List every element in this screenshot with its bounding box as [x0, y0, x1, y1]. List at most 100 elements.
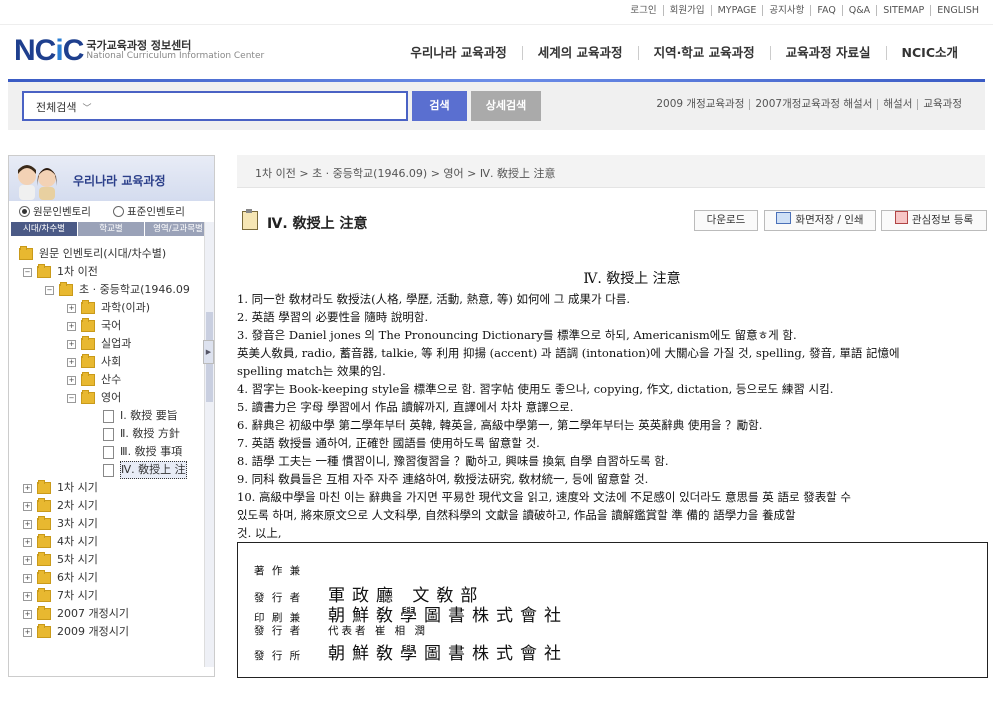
sidebar-tabs: 시대/차수별 학교별 영역/교과목별 [11, 222, 212, 236]
tab-by-subject[interactable]: 영역/교과목별 [145, 222, 211, 236]
document-heading: Ⅳ. 敎授上 注意 [583, 271, 681, 287]
tree-item-label: 1차 이전 [57, 265, 98, 278]
gnb-resources[interactable]: 교육과정 자료실 [769, 46, 886, 60]
util-mypage-link[interactable]: MYPAGE [710, 5, 763, 16]
search-button[interactable]: 검색 [412, 91, 467, 121]
tree-folder-item[interactable]: − 1차 이전 [23, 264, 98, 280]
quicklink-guide[interactable]: 해설서 [877, 99, 917, 110]
tree-document-item[interactable]: Ⅳ. 敎授上 注 [89, 461, 187, 479]
tree-folder-item[interactable]: +5차 시기 [23, 552, 98, 568]
tree-folder-item[interactable]: + 실업과 [67, 336, 131, 352]
tree-folder-item[interactable]: + 국어 [67, 318, 121, 334]
tree-folder-item[interactable]: +2007 개정시기 [23, 606, 129, 622]
tree-folder-item[interactable]: +6차 시기 [23, 570, 98, 586]
collapse-icon[interactable]: − [67, 393, 76, 403]
tree-item-label: 영어 [101, 391, 122, 404]
expand-icon[interactable]: + [67, 339, 76, 349]
tree-folder-item[interactable]: + 과학(이과) [67, 300, 150, 316]
tree-folder-item[interactable]: +3차 시기 [23, 516, 98, 532]
document-icon [103, 463, 114, 477]
print-button[interactable]: 화면저장 / 인쇄 [764, 210, 876, 231]
document-icon [103, 409, 114, 423]
util-login-link[interactable]: 로그인 [624, 5, 662, 16]
util-signup-link[interactable]: 회원가입 [662, 5, 711, 16]
tree-item-label: 2차 시기 [57, 499, 98, 512]
quicklink-2009[interactable]: 2009 개정교육과정 [651, 99, 749, 110]
breadcrumb-path: 1차 이전 > 초 · 중등학교(1946.09) > 영어 > Ⅳ. 敎授上 … [255, 167, 556, 180]
quicklink-2007-guide[interactable]: 2007개정교육과정 해설서 [749, 99, 877, 110]
sidebar-scrollbar[interactable] [204, 222, 214, 667]
expand-icon[interactable]: + [23, 483, 32, 493]
util-qna-link[interactable]: Q&A [841, 5, 876, 16]
expand-icon[interactable]: + [67, 321, 76, 331]
tree-folder-item[interactable]: +1차 시기 [23, 480, 98, 496]
util-english-link[interactable]: ENGLISH [930, 5, 985, 16]
util-sitemap-link[interactable]: SITEMAP [876, 5, 930, 16]
search-input[interactable]: 전체검색 ﹀ [22, 91, 408, 121]
radio-original-inventory[interactable]: 원문인벤토리 [19, 204, 91, 219]
colophon-row: 發 行 者 代表者 崔 相 潤 [254, 623, 428, 638]
document-line: 있도록 하며, 將來原文으로 人文科學, 自然科學의 文獻을 讀破하고, 作品을… [237, 508, 796, 522]
logo-mark: NCiC [14, 34, 84, 67]
tree-folder-item[interactable]: +7차 시기 [23, 588, 98, 604]
document-line: 9. 同科 敎員들은 互相 자주 자주 連絡하여, 敎授法硏究, 敎材統一, 등… [237, 472, 649, 486]
tree-folder-item[interactable]: +2차 시기 [23, 498, 98, 514]
tree-folder-item[interactable]: 원문 인벤토리(시대/차수별) [19, 246, 166, 262]
expand-icon[interactable]: + [23, 519, 32, 529]
tree-folder-item[interactable]: − 영어 [67, 390, 121, 406]
sidebar-collapse-toggle[interactable]: ▶ [203, 340, 214, 364]
monitor-icon [776, 212, 792, 224]
util-notice-link[interactable]: 공지사항 [762, 5, 810, 16]
chevron-down-icon: ﹀ [82, 104, 92, 114]
expand-icon[interactable]: + [67, 357, 76, 367]
util-faq-link[interactable]: FAQ [810, 5, 841, 16]
tree-folder-item[interactable]: +4차 시기 [23, 534, 98, 550]
document-line: 3. 發音은 Daniel jones 의 The Pronouncing Di… [237, 328, 797, 342]
collapse-icon[interactable]: − [45, 285, 54, 295]
tree-document-item[interactable]: Ⅱ. 敎授 方針 [89, 426, 180, 442]
radio-standard-inventory[interactable]: 표준인벤토리 [113, 204, 185, 219]
download-button[interactable]: 다운로드 [694, 210, 758, 231]
tree-document-item[interactable]: Ⅲ. 敎授 事項 [89, 444, 182, 460]
tree-folder-item[interactable]: + 산수 [67, 372, 121, 388]
gnb-about[interactable]: NCIC소개 [885, 46, 973, 60]
utility-bar: 로그인 회원가입 MYPAGE 공지사항 FAQ Q&A SITEMAP ENG… [0, 0, 993, 25]
expand-icon[interactable]: + [67, 375, 76, 385]
collapse-icon[interactable]: − [23, 267, 32, 277]
expand-icon[interactable]: + [23, 591, 32, 601]
search-category-select[interactable]: 전체검색 ﹀ [36, 99, 92, 115]
expand-icon[interactable]: + [23, 501, 32, 511]
sidebar-title: 우리나라 교육과정 [73, 174, 166, 188]
expand-icon[interactable]: + [23, 627, 32, 637]
folder-icon [37, 498, 51, 512]
folder-icon [81, 318, 95, 332]
gnb-korea-curriculum[interactable]: 우리나라 교육과정 [395, 46, 521, 60]
tree-folder-item[interactable]: +2009 개정시기 [23, 624, 129, 640]
tab-by-school[interactable]: 학교별 [78, 222, 144, 236]
folder-icon [81, 336, 95, 350]
gnb-world-curriculum[interactable]: 세계의 교육과정 [521, 46, 638, 60]
logo-text: 국가교육과정 정보센터 National Curriculum Informat… [86, 40, 264, 62]
tree-item-label: Ⅲ. 敎授 事項 [120, 445, 183, 458]
tree-document-item[interactable]: Ⅰ. 敎授 要旨 [89, 408, 178, 424]
gnb-local-curriculum[interactable]: 지역·학교 교육과정 [637, 46, 770, 60]
document-line: 10. 高級中學을 마친 이는 辭典을 가지면 平易한 現代文을 읽고, 速度와… [237, 490, 852, 504]
advanced-search-button[interactable]: 상세검색 [471, 91, 541, 121]
site-logo[interactable]: NCiC 국가교육과정 정보센터 National Curriculum Inf… [14, 36, 264, 66]
sidebar-header: 우리나라 교육과정 [9, 156, 214, 201]
colophon-box: 著 作 兼發 行 者軍政廳 文敎部印 刷 兼朝鮮敎學圖書株式會社發 行 者代表者… [237, 542, 988, 678]
tree-item-label: 과학(이과) [101, 301, 151, 314]
expand-icon[interactable]: + [23, 537, 32, 547]
favorite-button[interactable]: 관심정보 등록 [881, 210, 987, 231]
tree-item-label: Ⅰ. 敎授 要旨 [120, 409, 178, 422]
expand-icon[interactable]: + [67, 303, 76, 313]
expand-icon[interactable]: + [23, 555, 32, 565]
title-row: Ⅳ. 敎授上 注意 다운로드 화면저장 / 인쇄 관심정보 등록 [240, 207, 987, 237]
expand-icon[interactable]: + [23, 609, 32, 619]
tree-folder-item[interactable]: + 사회 [67, 354, 121, 370]
expand-icon[interactable]: + [23, 573, 32, 583]
tree-folder-item[interactable]: − 초 · 중등학교(1946.09 [45, 282, 190, 298]
document-line: 2. 英語 學習의 必要性을 隨時 說明함. [237, 310, 429, 324]
tab-by-era[interactable]: 시대/차수별 [11, 222, 77, 236]
quicklink-curriculum[interactable]: 교육과정 [917, 99, 967, 110]
